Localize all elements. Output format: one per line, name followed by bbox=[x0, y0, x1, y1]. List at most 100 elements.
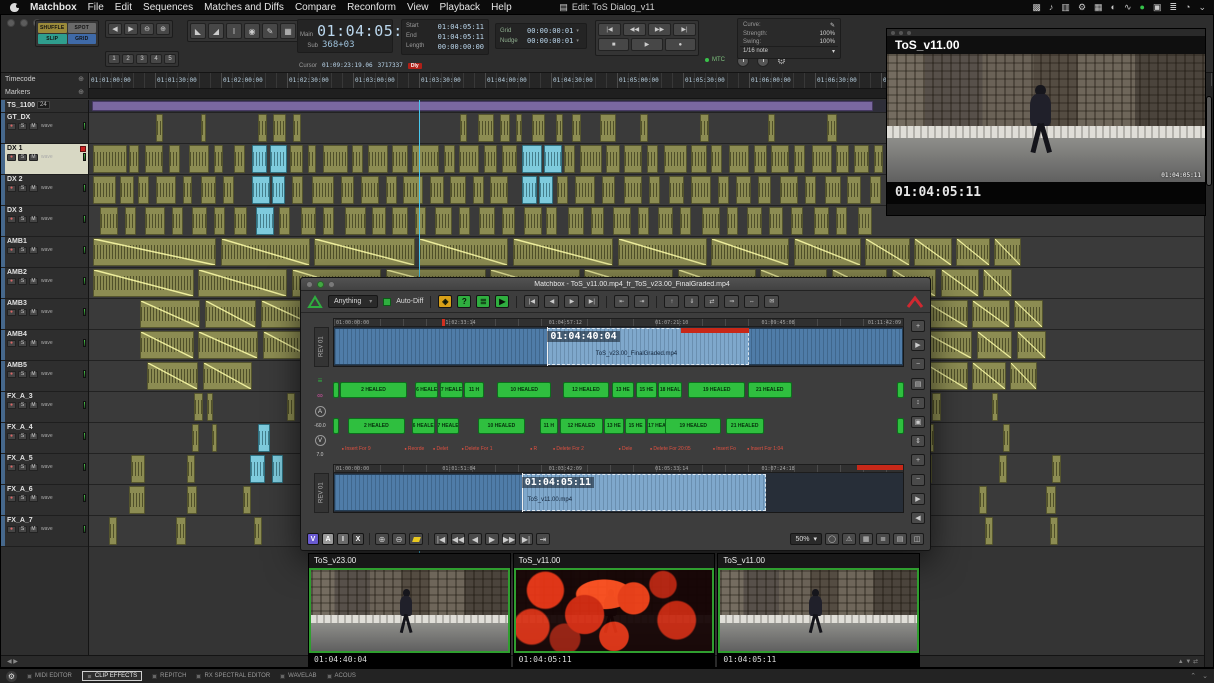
link-icon[interactable]: ∞ bbox=[317, 391, 323, 400]
viewer-title-strip[interactable] bbox=[887, 29, 1205, 36]
audio-clip[interactable] bbox=[308, 145, 317, 173]
zoom-button[interactable]: ⊕ bbox=[156, 23, 170, 35]
audio-clip[interactable] bbox=[234, 207, 247, 235]
chevron-down-icon[interactable]: ▾ bbox=[576, 28, 579, 34]
change-marker[interactable]: Insert For 9 bbox=[342, 446, 371, 452]
audio-clip[interactable] bbox=[516, 114, 522, 142]
audio-clip[interactable] bbox=[372, 207, 385, 235]
zoom-button[interactable]: ⊖ bbox=[140, 23, 154, 35]
menubar-status-icon[interactable]: ♪ bbox=[1049, 2, 1054, 13]
audio-clip[interactable] bbox=[323, 145, 348, 173]
change-marker[interactable]: Insert Fo bbox=[713, 446, 736, 452]
track-header[interactable]: FX_A_7 ● S M wave bbox=[1, 516, 88, 547]
audio-clip[interactable] bbox=[825, 176, 841, 204]
audio-clip[interactable] bbox=[156, 176, 176, 204]
menubar-status-icon[interactable]: ≣ bbox=[1169, 2, 1177, 13]
track-name[interactable]: FX_A_6 bbox=[7, 486, 33, 493]
mute-button[interactable]: M bbox=[29, 464, 38, 471]
audio-clip[interactable] bbox=[1010, 362, 1037, 390]
chevron-down-icon[interactable]: ▾ bbox=[576, 38, 579, 44]
audio-clip[interactable] bbox=[983, 269, 1012, 297]
rail-button[interactable]: ▣ bbox=[911, 416, 925, 428]
edit-mode-button[interactable]: SLIP bbox=[38, 34, 67, 44]
audio-clip[interactable] bbox=[522, 145, 542, 173]
record-arm-button[interactable]: ● bbox=[7, 340, 16, 347]
window-close-button[interactable] bbox=[328, 281, 335, 288]
change-marker[interactable]: R bbox=[530, 446, 537, 452]
audio-clip[interactable] bbox=[198, 331, 258, 359]
rail-button[interactable]: ▶ bbox=[911, 339, 925, 351]
audio-clip[interactable] bbox=[747, 207, 763, 235]
record-indicator[interactable] bbox=[80, 146, 86, 152]
audio-clip[interactable] bbox=[172, 207, 183, 235]
menu-icon[interactable]: ≡ bbox=[318, 376, 323, 385]
audio-clip[interactable] bbox=[392, 207, 408, 235]
audio-clip[interactable] bbox=[352, 145, 363, 173]
window-plus-button[interactable] bbox=[317, 281, 324, 288]
audio-clip[interactable] bbox=[243, 486, 251, 514]
track-header[interactable]: DX 3 ● S M wave bbox=[1, 206, 88, 237]
audio-clip[interactable] bbox=[187, 486, 197, 514]
audio-clip[interactable] bbox=[287, 393, 295, 421]
matchbox-view-icon[interactable]: ▤ bbox=[893, 533, 907, 545]
audio-clip[interactable] bbox=[658, 207, 674, 235]
statusbar-item[interactable]: MIDI EDITOR bbox=[27, 673, 72, 679]
audio-clip[interactable] bbox=[131, 455, 144, 483]
transport-button[interactable]: ▶ bbox=[631, 38, 662, 51]
track-header[interactable]: GT_DX ● S M wave bbox=[1, 113, 88, 144]
audio-clip[interactable] bbox=[301, 207, 317, 235]
ops-value[interactable]: 100% bbox=[820, 31, 835, 37]
audio-clip[interactable] bbox=[847, 176, 860, 204]
audio-clip[interactable] bbox=[109, 517, 117, 545]
solo-button[interactable]: S bbox=[18, 340, 27, 347]
healed-block[interactable]: 7 HEALE bbox=[437, 418, 459, 434]
audio-clip[interactable] bbox=[854, 145, 870, 173]
audio-clip[interactable] bbox=[93, 269, 193, 297]
audio-clip[interactable] bbox=[557, 176, 568, 204]
scroll-left-controls[interactable]: ◀ ▶ bbox=[7, 658, 18, 665]
solo-button[interactable]: S bbox=[18, 371, 27, 378]
menu-item[interactable]: Edit bbox=[115, 2, 132, 13]
heal-brush-button[interactable] bbox=[409, 533, 423, 545]
audio-clip[interactable] bbox=[138, 176, 149, 204]
matchbox-view-icon[interactable]: ⚠ bbox=[842, 533, 856, 545]
track-header[interactable]: FX_A_3 ● S M wave bbox=[1, 392, 88, 423]
matchbox-action-button[interactable]: ◈ bbox=[438, 295, 452, 308]
mute-button[interactable]: M bbox=[29, 526, 38, 533]
audio-clip[interactable] bbox=[145, 145, 163, 173]
track-name[interactable]: AMB2 bbox=[7, 269, 27, 276]
audio-clip[interactable] bbox=[711, 238, 789, 266]
ops-value[interactable]: 100% bbox=[820, 39, 835, 45]
mute-button[interactable]: M bbox=[29, 309, 38, 316]
audio-clip[interactable] bbox=[207, 393, 213, 421]
audio-clip[interactable] bbox=[490, 176, 508, 204]
audio-clip[interactable] bbox=[932, 393, 941, 421]
audio-clip[interactable] bbox=[812, 145, 832, 173]
track-view-selector[interactable]: wave bbox=[41, 402, 53, 408]
mute-button[interactable]: M bbox=[29, 216, 38, 223]
track-header[interactable]: AMB3 ● S M wave bbox=[1, 299, 88, 330]
rail-button[interactable]: ▶ bbox=[911, 493, 925, 505]
audio-clip[interactable] bbox=[718, 176, 729, 204]
audio-clip[interactable] bbox=[836, 207, 847, 235]
matchbox-action-button[interactable]: ▶ bbox=[495, 295, 509, 308]
menubar-status-icon[interactable]: ⚙ bbox=[1078, 2, 1086, 13]
audio-clip[interactable] bbox=[522, 176, 538, 204]
healed-block[interactable] bbox=[333, 382, 339, 398]
audio-clip[interactable] bbox=[600, 114, 617, 142]
menu-item[interactable]: Sequences bbox=[143, 2, 193, 13]
audio-clip[interactable] bbox=[768, 114, 775, 142]
track-view-selector[interactable]: wave bbox=[41, 247, 53, 253]
reference-video-track[interactable]: 01:04:40:04 ToS_v23.00_FinalGraded.mp4 bbox=[333, 327, 904, 367]
rail-button[interactable]: ◀ bbox=[911, 512, 925, 524]
audio-clip[interactable] bbox=[252, 145, 268, 173]
audio-clip[interactable] bbox=[638, 207, 649, 235]
record-arm-button[interactable]: ● bbox=[7, 526, 16, 533]
zoom-preset-button[interactable]: 5 bbox=[164, 54, 176, 64]
audio-clip[interactable] bbox=[129, 145, 139, 173]
transport-button[interactable]: ■ bbox=[598, 38, 629, 51]
audio-clip[interactable] bbox=[183, 176, 192, 204]
track-view-selector[interactable]: wave bbox=[41, 216, 53, 222]
matchbox-title-bar[interactable]: Matchbox - ToS_v11.00.mp4_fr_ToS_v23.00_… bbox=[301, 278, 930, 291]
track-name[interactable]: FX_A_4 bbox=[7, 424, 33, 431]
